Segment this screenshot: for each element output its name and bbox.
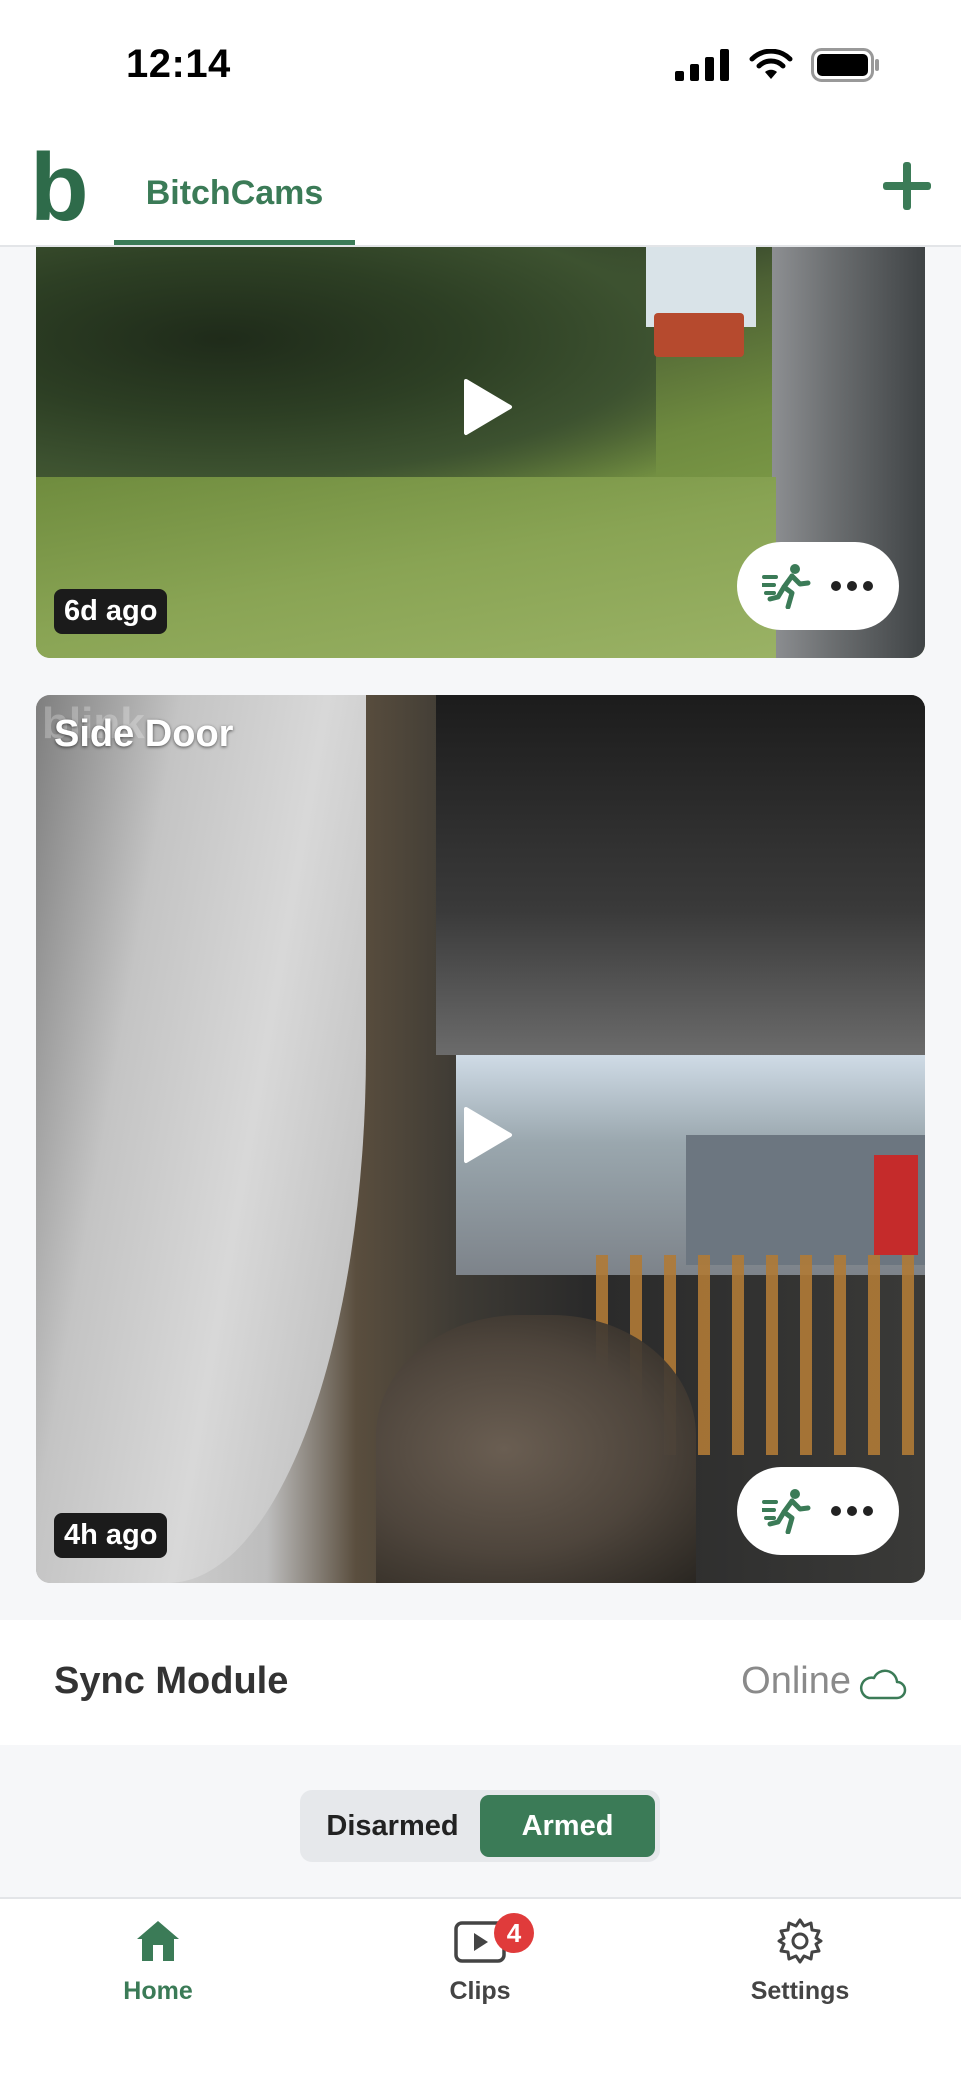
nav-settings-label: Settings [750,1977,850,2005]
scene-trees [36,247,656,477]
status-bar: 12:14 [0,0,961,130]
arm-toggle: Disarmed Armed [300,1790,660,1862]
scene-truck [654,313,744,357]
camera-actions [737,542,899,630]
sync-module-status: Online [741,1660,851,1702]
motion-detection-icon[interactable] [762,1488,812,1534]
scene-door [36,695,366,1583]
cloud-icon [860,1669,907,1700]
nav-home-label: Home [123,1977,193,2005]
tab-bitchcams[interactable]: BitchCams [114,130,355,247]
scene-cat [376,1315,696,1583]
tab-label: BitchCams [145,174,324,212]
app-header: b BitchCams [0,130,961,247]
sync-module-title: Sync Module [54,1660,289,1702]
battery-icon [811,48,879,82]
camera-card[interactable]: blink Side Door 4h ago [36,695,925,1583]
last-clip-time: 4h ago [54,1513,168,1558]
add-icon[interactable] [881,160,933,212]
camera-name: Side Door [54,713,234,755]
camera-card[interactable]: 6d ago [36,247,925,658]
armed-button[interactable]: Armed [480,1795,655,1857]
status-time: 12:14 [126,42,231,86]
play-icon[interactable] [460,1105,514,1165]
more-options-icon[interactable] [830,580,874,592]
nav-clips[interactable]: 4 Clips [390,1913,570,2006]
gear-icon [777,1918,823,1964]
more-options-icon[interactable] [830,1505,874,1517]
status-icons [675,48,881,82]
sync-module-row[interactable]: Sync Module Online [0,1620,961,1745]
clips-badge: 4 [494,1913,534,1953]
scene-roof [436,695,925,1055]
last-clip-time: 6d ago [54,589,168,634]
play-icon[interactable] [460,377,514,437]
scene-red-door [874,1155,918,1255]
disarmed-button[interactable]: Disarmed [305,1795,480,1857]
nav-home[interactable]: Home [68,1917,248,2006]
wifi-icon [749,49,793,79]
nav-clips-label: Clips [449,1977,511,2005]
motion-detection-icon[interactable] [762,563,812,609]
cellular-signal-icon [675,49,729,81]
bottom-nav: Home 4 Clips Settings [0,1897,961,2082]
nav-settings[interactable]: Settings [710,1917,890,2006]
blink-logo: b [30,134,89,241]
tab-underline [114,240,355,245]
camera-actions [737,1467,899,1555]
home-icon [137,1921,179,1961]
